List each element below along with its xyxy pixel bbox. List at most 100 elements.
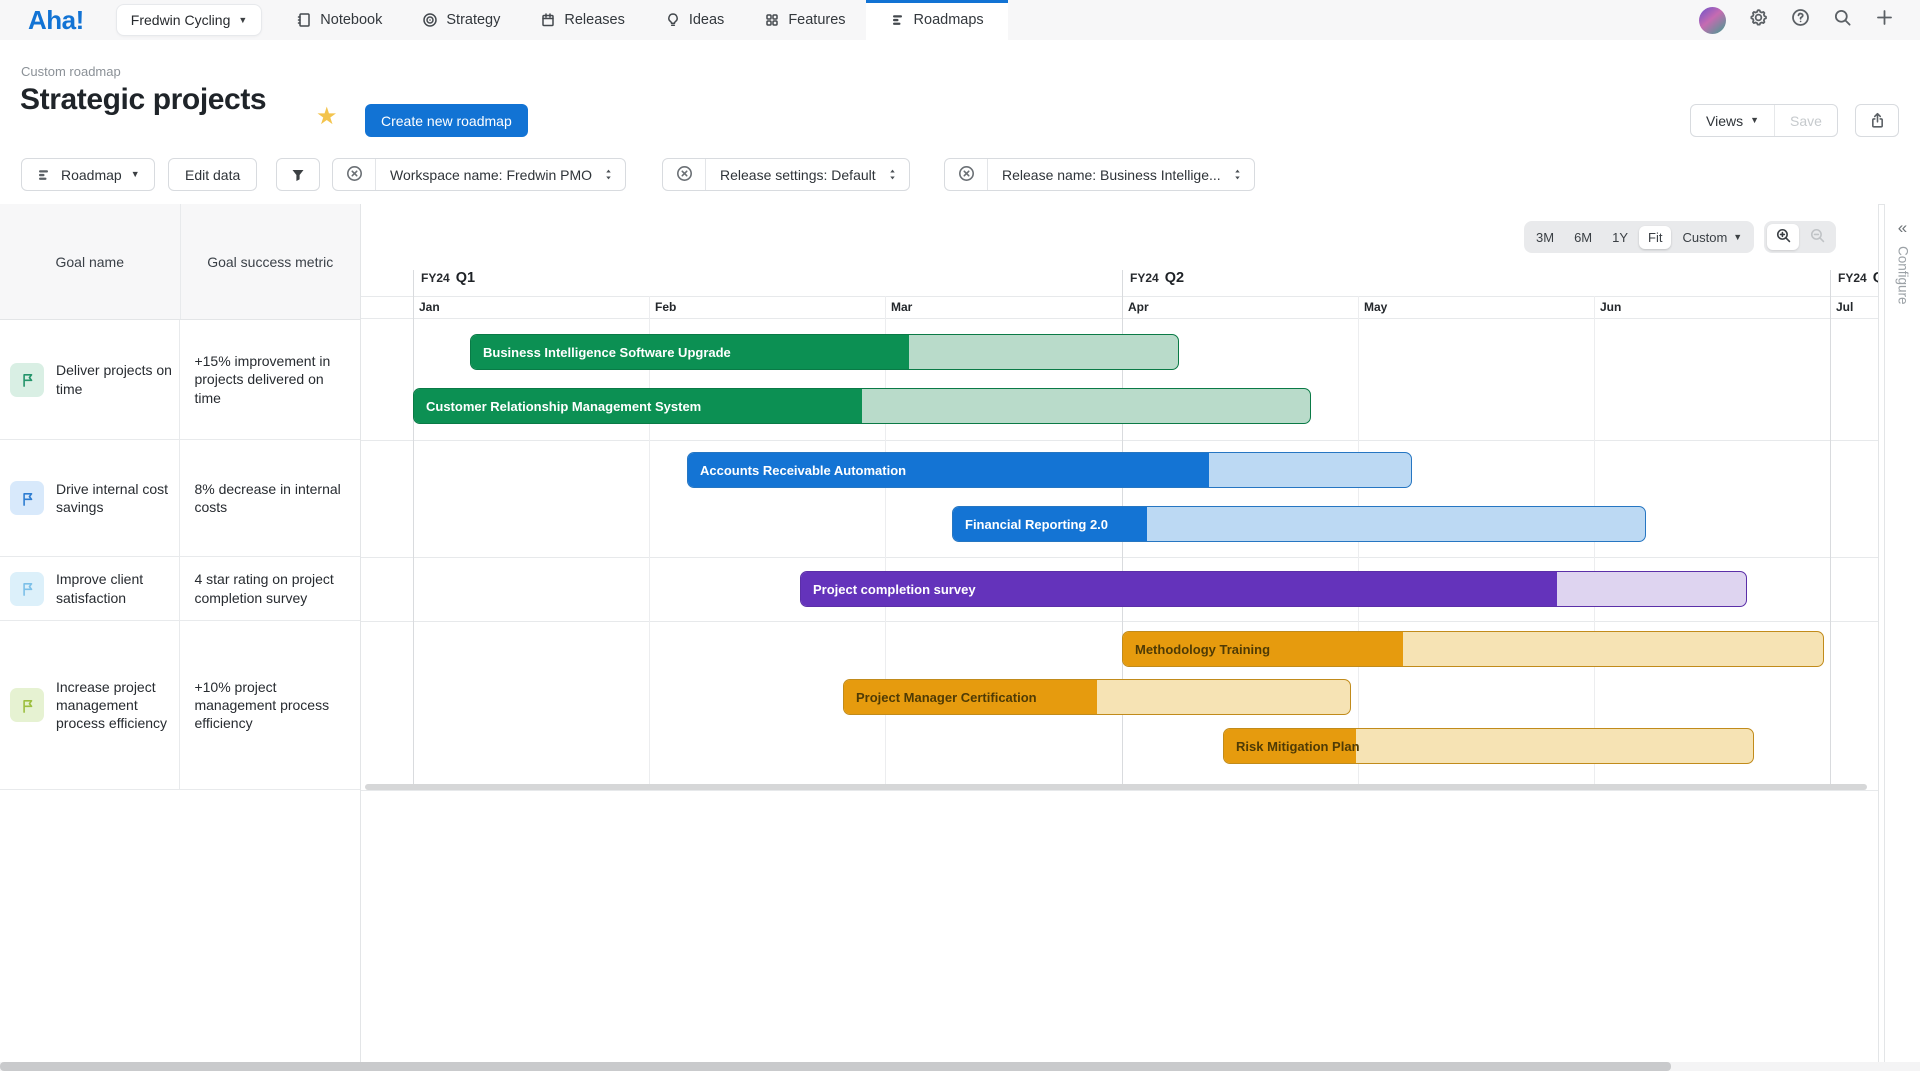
goal-name-text: Improve client satisfaction (56, 570, 179, 606)
search-icon (1833, 8, 1852, 32)
zoom-option-6m[interactable]: 6M (1565, 226, 1601, 249)
gantt-bar[interactable]: Project completion survey (800, 571, 1747, 607)
create-new-roadmap-button[interactable]: Create new roadmap (365, 104, 528, 137)
gantt-bar[interactable]: Risk Mitigation Plan (1223, 728, 1754, 764)
goal-flag-icon (10, 572, 44, 606)
goal-flag-icon (10, 481, 44, 515)
nav-tab-ideas[interactable]: Ideas (645, 0, 744, 40)
workspace-switcher-button[interactable]: Fredwin Cycling ▼ (116, 4, 263, 36)
column-header-goal-success-metric: Goal success metric (181, 204, 361, 319)
releases-icon (540, 12, 556, 28)
search-button[interactable] (1833, 8, 1852, 32)
zoom-option-3m[interactable]: 3M (1527, 226, 1563, 249)
goal-metric-cell[interactable]: 8% decrease in internal costs (180, 440, 360, 556)
nav-tab-features[interactable]: Features (744, 0, 865, 40)
filter-pill-label[interactable]: Release settings: Default (706, 167, 886, 183)
goal-row[interactable]: Drive internal cost savings8% decrease i… (0, 440, 360, 557)
goal-row[interactable]: Increase project management process effi… (0, 621, 360, 790)
notebook-icon (296, 12, 312, 28)
filter-updown-icon (602, 167, 625, 182)
user-avatar[interactable] (1699, 7, 1726, 34)
nav-tab-notebook[interactable]: Notebook (276, 0, 402, 40)
views-button[interactable]: Views ▼ (1691, 105, 1774, 136)
zoom-option-label: 6M (1574, 230, 1592, 245)
remove-filter-button[interactable] (663, 159, 706, 190)
goal-metric-cell[interactable]: +10% project management process efficien… (180, 621, 360, 789)
strategy-icon (422, 12, 438, 28)
nav-tab-strategy[interactable]: Strategy (402, 0, 520, 40)
gantt-bar-label: Accounts Receivable Automation (700, 453, 906, 487)
gantt-bar[interactable]: Business Intelligence Software Upgrade (470, 334, 1179, 370)
quarter-label: FY24Q3 (1838, 270, 1878, 286)
gantt-bar[interactable]: Customer Relationship Management System (413, 388, 1311, 424)
goal-name-cell[interactable]: Deliver projects on time (0, 320, 180, 439)
page-title: Strategic projects (20, 83, 266, 117)
edit-data-button[interactable]: Edit data (168, 158, 257, 191)
zoom-out-icon (1809, 227, 1826, 247)
ideas-icon (665, 12, 681, 28)
gantt-bar-label: Project Manager Certification (856, 680, 1037, 714)
gantt-bar-label: Project completion survey (813, 572, 976, 606)
aha-logo[interactable]: Aha! (28, 5, 84, 36)
chart-row-separator (361, 440, 1878, 441)
goal-metric-cell[interactable]: 4 star rating on project completion surv… (180, 557, 360, 620)
zoom-option-1y[interactable]: 1Y (1603, 226, 1637, 249)
share-icon (1869, 112, 1886, 129)
zoom-in-button[interactable] (1767, 224, 1799, 250)
filter-pill[interactable]: Release settings: Default (662, 158, 910, 191)
filter-pill-label[interactable]: Release name: Business Intellige... (988, 167, 1231, 183)
share-button[interactable] (1855, 104, 1899, 137)
chevrons-left-icon[interactable]: « (1893, 218, 1913, 238)
gantt-bar[interactable]: Methodology Training (1122, 631, 1824, 667)
save-button[interactable]: Save (1774, 105, 1837, 136)
goal-name-cell[interactable]: Drive internal cost savings (0, 440, 180, 556)
zoom-out-button[interactable] (1801, 224, 1833, 250)
gantt-scrollbar-thumb[interactable] (365, 784, 1867, 790)
filter-pill-label[interactable]: Workspace name: Fredwin PMO (376, 167, 602, 183)
gear-button[interactable] (1749, 8, 1768, 32)
roadmap-type-button[interactable]: Roadmap ▼ (21, 158, 155, 191)
chart-month-line (649, 296, 650, 790)
goal-flag-icon (10, 688, 44, 722)
quarter-fy-text: FY24 (1130, 271, 1159, 285)
chart-grid-hline (361, 296, 1878, 297)
app-window: Aha! Fredwin Cycling ▼ Notebook Strategy R… (0, 0, 1920, 1080)
filter-pill[interactable]: Release name: Business Intellige... (944, 158, 1255, 191)
chart-row-separator (361, 557, 1878, 558)
gantt-bar-label: Business Intelligence Software Upgrade (483, 335, 731, 369)
filter-pill[interactable]: Workspace name: Fredwin PMO (332, 158, 626, 191)
remove-filter-button[interactable] (945, 159, 988, 190)
gantt-bar[interactable]: Accounts Receivable Automation (687, 452, 1412, 488)
goal-name-cell[interactable]: Improve client satisfaction (0, 557, 180, 620)
remove-circle-icon (346, 165, 363, 185)
favorite-star-icon[interactable]: ★ (316, 102, 338, 131)
configure-tab[interactable]: Configure (1895, 246, 1911, 305)
month-label: Apr (1128, 300, 1149, 314)
features-icon (764, 12, 780, 28)
goal-name-cell[interactable]: Increase project management process effi… (0, 621, 180, 789)
help-button[interactable] (1791, 8, 1810, 32)
gantt-bar[interactable]: Financial Reporting 2.0 (952, 506, 1646, 542)
goal-row[interactable]: Deliver projects on time+15% improvement… (0, 320, 360, 440)
remove-filter-button[interactable] (333, 159, 376, 190)
nav-tab-roadmaps[interactable]: Roadmaps (866, 0, 1008, 40)
quarter-label: FY24Q2 (1130, 270, 1184, 286)
zoom-option-fit[interactable]: Fit (1639, 226, 1671, 249)
goal-metric-cell[interactable]: +15% improvement in projects delivered o… (180, 320, 360, 439)
month-label: May (1364, 300, 1387, 314)
gantt-bar[interactable]: Project Manager Certification (843, 679, 1351, 715)
nav-tabs: Notebook Strategy ReleasesIdeas Features Roa… (276, 0, 1007, 40)
plus-button[interactable] (1875, 8, 1894, 32)
remove-circle-icon (676, 165, 693, 185)
zoom-option-label: 3M (1536, 230, 1554, 245)
nav-tab-releases[interactable]: Releases (520, 0, 644, 40)
filter-button[interactable] (276, 158, 320, 191)
zoom-option-custom[interactable]: Custom▼ (1673, 226, 1751, 249)
top-nav: Aha! Fredwin Cycling ▼ Notebook Strategy R… (0, 0, 1920, 40)
nav-tab-label: Features (788, 12, 845, 28)
nav-tab-label: Strategy (446, 12, 500, 28)
goal-name-text: Increase project management process effi… (56, 678, 179, 733)
configure-panel-collapsed: « Configure (1884, 204, 1920, 1062)
goal-row[interactable]: Improve client satisfaction4 star rating… (0, 557, 360, 621)
horizontal-scrollbar-thumb[interactable] (0, 1062, 1671, 1071)
